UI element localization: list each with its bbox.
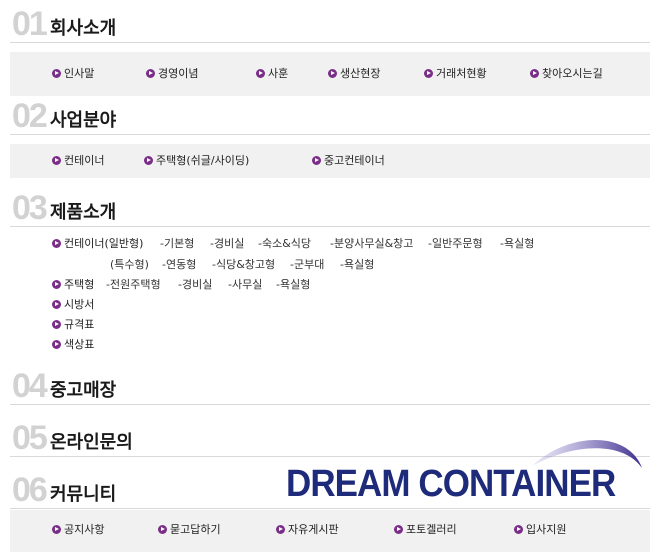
arrow-bullet-icon xyxy=(52,340,61,349)
arrow-bullet-icon xyxy=(52,156,61,165)
menu-item-used-container[interactable]: 중고컨테이너 xyxy=(312,154,385,168)
arrow-bullet-icon xyxy=(158,525,167,534)
sub-link[interactable]: -숙소&식당 xyxy=(258,237,311,251)
sub-link[interactable]: -욕실형 xyxy=(276,278,310,292)
arrow-bullet-icon xyxy=(312,156,321,165)
divider xyxy=(10,404,650,405)
sub-link[interactable]: -경비실 xyxy=(210,237,244,251)
menu-panel: 컨테이너 주택형(쉬글/사이딩) 중고컨테이너 xyxy=(10,144,650,178)
arrow-bullet-icon xyxy=(52,69,61,78)
sub-link[interactable]: -욕실형 xyxy=(340,258,374,272)
sub-link[interactable]: -일반주문형 xyxy=(428,237,483,251)
menu-item-notice[interactable]: 공지사항 xyxy=(52,523,104,537)
section-number: 06 xyxy=(12,471,48,509)
section-number: 01 xyxy=(12,5,48,43)
menu-item-spec[interactable]: 시방서 xyxy=(52,298,94,312)
menu-item-production[interactable]: 생산현장 xyxy=(328,67,380,81)
section-number: 02 xyxy=(12,97,48,135)
menu-item-photo-gallery[interactable]: 포토겔러리 xyxy=(394,523,457,537)
menu-item-house-type[interactable]: 주택형(쉬글/사이딩) xyxy=(144,154,249,168)
menu-item-free-board[interactable]: 자유게시판 xyxy=(276,523,339,537)
menu-item-container-general[interactable]: 컨테이너(일반형) xyxy=(52,237,143,251)
arrow-bullet-icon xyxy=(424,69,433,78)
arrow-bullet-icon xyxy=(52,300,61,309)
menu-item-clients[interactable]: 거래처현황 xyxy=(424,67,487,81)
section-number: 05 xyxy=(12,419,48,457)
arrow-bullet-icon xyxy=(394,525,403,534)
section-title[interactable]: 온라인문의 xyxy=(50,432,133,454)
arrow-bullet-icon xyxy=(328,69,337,78)
sub-link[interactable]: -분양사무실&창고 xyxy=(330,237,413,251)
menu-item-directions[interactable]: 찾아오시는길 xyxy=(530,67,603,81)
sub-link[interactable]: -기본형 xyxy=(160,237,194,251)
arrow-bullet-icon xyxy=(144,156,153,165)
menu-item-motto[interactable]: 사훈 xyxy=(256,67,288,81)
arrow-bullet-icon xyxy=(52,239,61,248)
arrow-bullet-icon xyxy=(146,69,155,78)
sub-link[interactable]: -식당&창고형 xyxy=(212,258,275,272)
menu-item-container[interactable]: 컨테이너 xyxy=(52,154,104,168)
section-title[interactable]: 제품소개 xyxy=(50,202,116,224)
menu-panel: 공지사항 묻고답하기 자유게시판 포토겔러리 입사지원 xyxy=(10,510,650,552)
section-products: 03 제품소개 컨테이너(일반형) -기본형 -경비실 -숙소&식당 -분양사무… xyxy=(10,189,650,351)
menu-item-philosophy[interactable]: 경영이념 xyxy=(146,67,198,81)
menu-item-greeting[interactable]: 인사말 xyxy=(52,67,94,81)
menu-item-size-table[interactable]: 규격표 xyxy=(52,318,94,332)
sub-link[interactable]: -군부대 xyxy=(290,258,324,272)
arrow-bullet-icon xyxy=(530,69,539,78)
sub-link[interactable]: -연동형 xyxy=(162,258,196,272)
arrow-bullet-icon xyxy=(276,525,285,534)
menu-panel: 인사말 경영이념 사훈 생산현장 거래처현황 찾아오시는길 xyxy=(10,52,650,96)
arrow-bullet-icon xyxy=(256,69,265,78)
section-business: 02 사업분야 컨테이너 주택형(쉬글/사이딩) 중고컨테이너 xyxy=(10,97,650,178)
sub-link[interactable]: -사무실 xyxy=(228,278,262,292)
arrow-bullet-icon xyxy=(52,320,61,329)
sub-link[interactable]: -경비실 xyxy=(178,278,212,292)
arrow-bullet-icon xyxy=(514,525,523,534)
sub-link[interactable]: -전원주택형 xyxy=(106,278,161,292)
section-number: 04 xyxy=(12,367,48,405)
section-title[interactable]: 중고매장 xyxy=(50,380,116,402)
section-number: 03 xyxy=(12,189,48,227)
menu-item-color-table[interactable]: 색상표 xyxy=(52,338,94,352)
dream-container-logo: DREAM CONTAINER xyxy=(286,432,656,512)
menu-item-house[interactable]: 주택형 xyxy=(52,278,94,292)
arrow-bullet-icon xyxy=(52,280,61,289)
logo-text: DREAM CONTAINER xyxy=(286,463,616,505)
menu-item-qna[interactable]: 묻고답하기 xyxy=(158,523,221,537)
sub-link[interactable]: -욕실형 xyxy=(500,237,534,251)
section-title[interactable]: 커뮤니티 xyxy=(50,484,116,506)
menu-item-job-apply[interactable]: 입사지원 xyxy=(514,523,566,537)
divider xyxy=(10,226,650,227)
divider xyxy=(10,134,650,135)
arrow-bullet-icon xyxy=(52,525,61,534)
section-title[interactable]: 회사소개 xyxy=(50,18,116,40)
product-list: 컨테이너(일반형) -기본형 -경비실 -숙소&식당 -분양사무실&창고 -일반… xyxy=(10,228,650,358)
divider xyxy=(10,42,650,43)
section-title[interactable]: 사업분야 xyxy=(50,110,116,132)
section-used-store: 04 중고매장 xyxy=(10,367,650,405)
container-special-label: (특수형) xyxy=(110,258,149,271)
section-company: 01 회사소개 인사말 경영이념 사훈 생산현장 거래처현황 찾아오시는길 xyxy=(10,5,650,96)
